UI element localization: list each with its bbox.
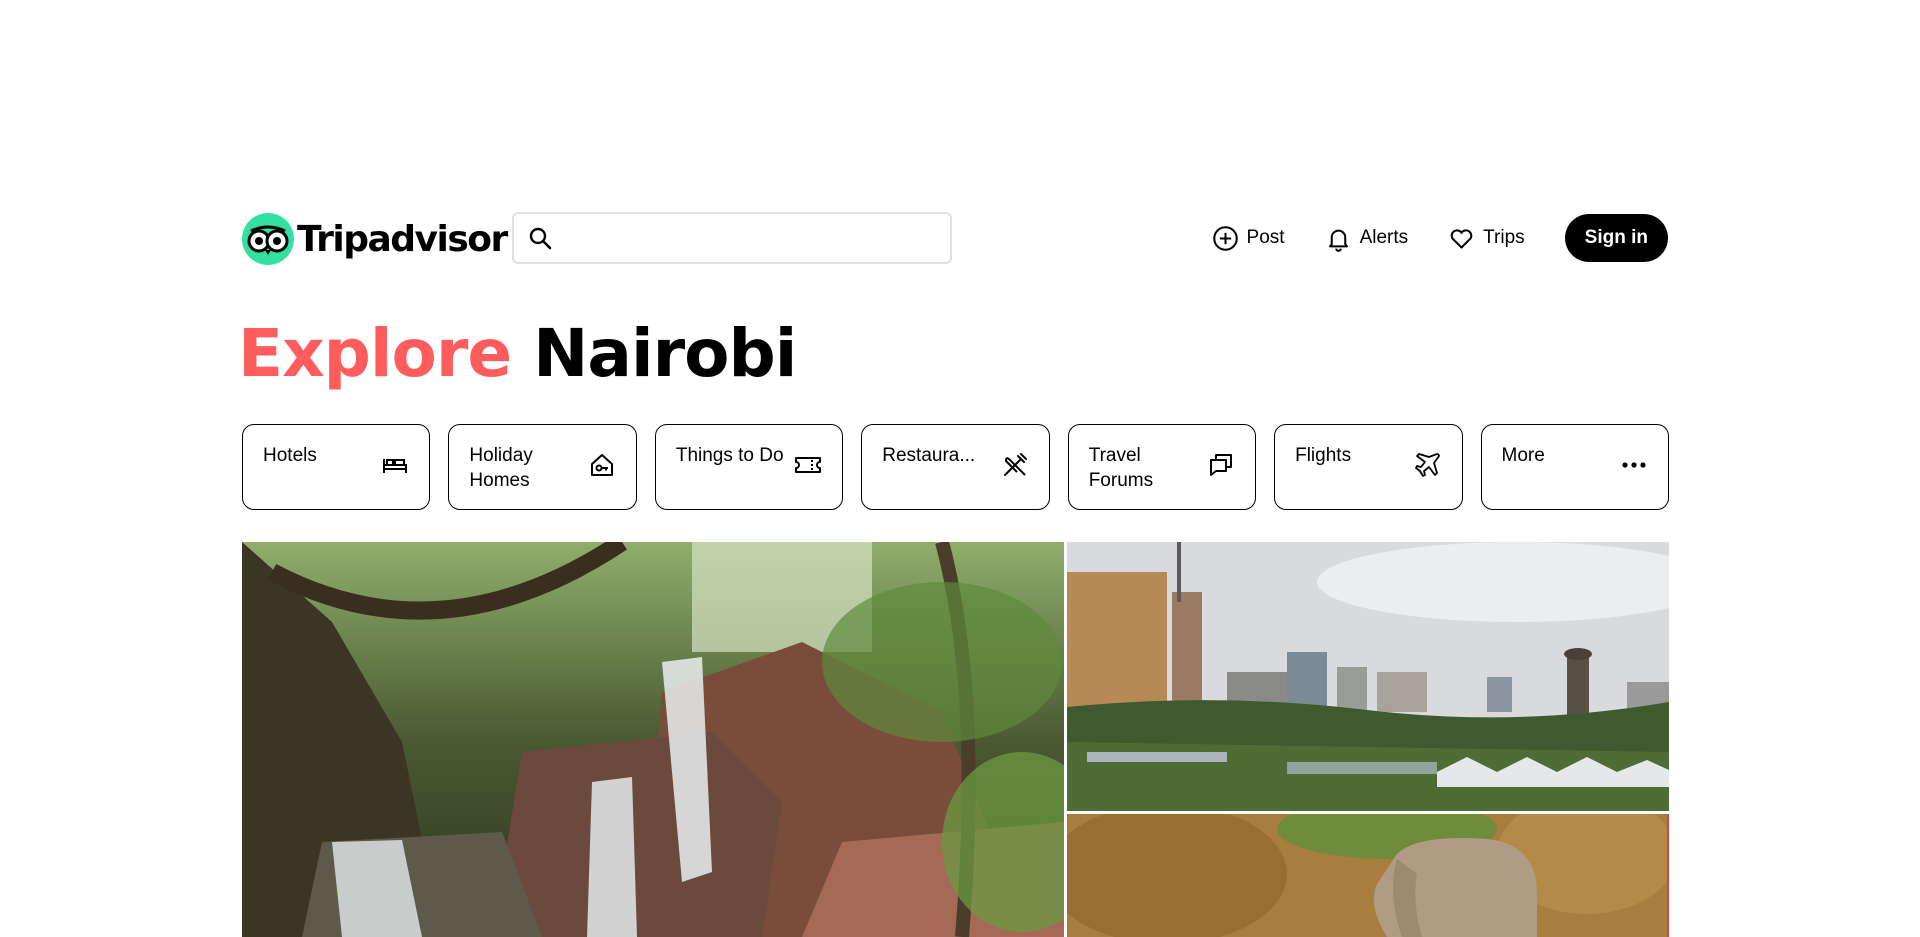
waterfall-photo[interactable]: [242, 542, 1064, 937]
brand-name: Tripadvisor: [297, 218, 508, 260]
chat-bubbles-icon: [1210, 454, 1233, 476]
alerts-button[interactable]: Alerts: [1325, 225, 1409, 252]
post-label: Post: [1246, 227, 1285, 248]
fork-knife-icon: [1003, 453, 1027, 476]
more-dots-icon: [1622, 462, 1646, 468]
city-skyline-photo[interactable]: [1067, 542, 1669, 811]
category-label: Restaura...: [882, 445, 976, 466]
alerts-label: Alerts: [1359, 227, 1409, 248]
category-label: More: [1501, 445, 1545, 466]
search-input[interactable]: [564, 222, 934, 254]
elephant-photo[interactable]: [1067, 814, 1669, 937]
post-button[interactable]: Post: [1212, 225, 1285, 252]
photo-gallery: [242, 542, 1669, 937]
bed-icon: [383, 459, 408, 473]
trips-label: Trips: [1483, 227, 1525, 248]
category-label: Holiday Homes: [469, 445, 533, 491]
top-nav: Post Alerts Trips Sign in: [1212, 214, 1668, 262]
category-label: Things to Do: [675, 445, 784, 466]
search-icon: [529, 227, 552, 250]
owl-logo-icon: [242, 213, 294, 265]
category-label: Flights: [1295, 445, 1352, 466]
trips-button[interactable]: Trips: [1448, 225, 1525, 252]
category-things-to-do[interactable]: Things to Do: [654, 424, 844, 510]
title-explore: Explore: [238, 315, 512, 392]
category-hotels[interactable]: Hotels: [242, 424, 431, 510]
page-title: Explore Nairobi: [238, 313, 797, 395]
ticket-icon: [795, 457, 822, 473]
plane-icon: [1414, 453, 1440, 477]
tripadvisor-logo[interactable]: Tripadvisor: [242, 213, 508, 265]
sign-in-button[interactable]: Sign in: [1564, 214, 1668, 262]
search-box[interactable]: [512, 212, 952, 264]
heart-icon: [1450, 228, 1473, 249]
category-flights[interactable]: Flights: [1274, 424, 1463, 510]
category-restaurants[interactable]: Restaura...: [861, 424, 1050, 510]
category-holiday-homes[interactable]: Holiday Homes: [448, 424, 637, 510]
title-city: Nairobi: [533, 315, 797, 392]
category-travel-forums[interactable]: Travel Forums: [1067, 424, 1257, 510]
header: Tripadvisor Post Alerts Trips Sign in: [242, 212, 1668, 265]
bell-icon: [1328, 229, 1348, 252]
plus-circle-icon: [1212, 225, 1238, 251]
house-key-icon: [590, 454, 613, 476]
category-tiles: Hotels Holiday Homes Things to Do Restau…: [242, 424, 1669, 510]
category-label: Hotels: [263, 445, 317, 466]
category-more[interactable]: More: [1480, 424, 1669, 510]
category-label: Travel Forums: [1088, 445, 1154, 491]
